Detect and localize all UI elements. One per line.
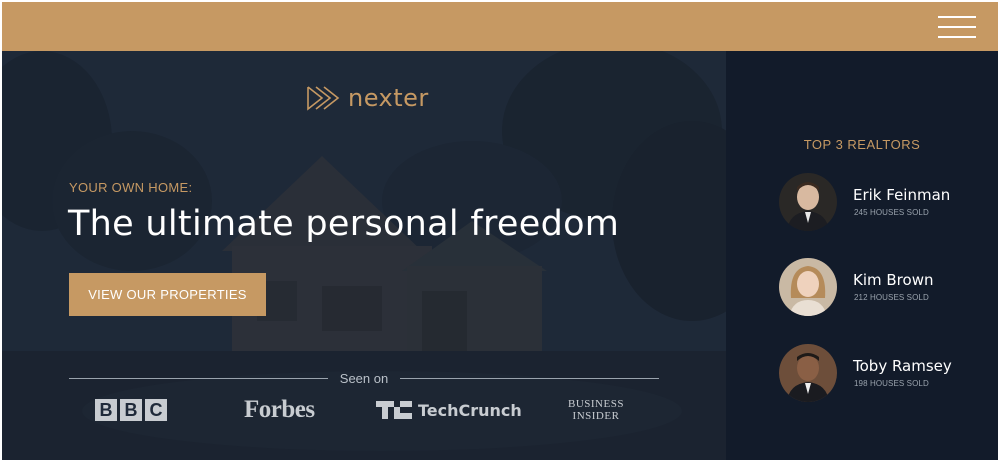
realtor-name: Toby Ramsey bbox=[853, 357, 952, 375]
business-insider-logo: Business Insider bbox=[568, 395, 624, 425]
realtor-card[interactable]: Toby Ramsey 198 houses sold bbox=[779, 344, 989, 404]
seen-on-label: Seen on bbox=[339, 370, 389, 386]
top-bar bbox=[2, 2, 998, 51]
business-insider-wordmark: Business Insider bbox=[568, 398, 624, 422]
hamburger-menu-icon[interactable] bbox=[938, 14, 976, 40]
brand-name: nexter bbox=[348, 84, 429, 112]
techcrunch-mark-icon bbox=[376, 401, 412, 419]
bbc-letter: B bbox=[95, 399, 117, 421]
realtor-name: Kim Brown bbox=[853, 271, 934, 289]
bi-line-1: Business bbox=[568, 398, 624, 410]
bbc-logo: B B C bbox=[95, 395, 170, 425]
divider-line bbox=[69, 377, 328, 379]
landing-page: nexter Your own home: The ultimate perso… bbox=[2, 2, 998, 460]
hamburger-line bbox=[938, 26, 976, 28]
hero-headline: The ultimate personal freedom bbox=[68, 204, 620, 244]
realtor-card[interactable]: Kim Brown 212 houses sold bbox=[779, 258, 989, 318]
triple-play-arrow-icon bbox=[307, 86, 340, 111]
realtor-houses-sold: 212 houses sold bbox=[854, 293, 929, 302]
avatar[interactable] bbox=[779, 344, 837, 402]
view-properties-button[interactable]: View our properties bbox=[69, 273, 266, 316]
avatar[interactable] bbox=[779, 173, 837, 231]
hamburger-line bbox=[938, 16, 976, 18]
realtor-name: Erik Feinman bbox=[853, 186, 951, 204]
realtor-houses-sold: 198 houses sold bbox=[854, 379, 929, 388]
bi-line-2: Insider bbox=[572, 410, 620, 422]
hamburger-line bbox=[938, 36, 976, 38]
realtor-photo bbox=[779, 173, 837, 231]
forbes-logo: Forbes bbox=[244, 395, 315, 425]
bbc-letter: B bbox=[120, 399, 142, 421]
forbes-wordmark: Forbes bbox=[244, 396, 315, 423]
techcrunch-logo: TechCrunch bbox=[376, 395, 522, 425]
avatar[interactable] bbox=[779, 258, 837, 316]
hero-section: nexter Your own home: The ultimate perso… bbox=[2, 51, 726, 460]
brand-logo[interactable]: nexter bbox=[306, 83, 429, 113]
hero-eyebrow: Your own home: bbox=[69, 180, 193, 195]
realtor-photo bbox=[779, 258, 837, 316]
seen-on-divider: Seen on bbox=[69, 368, 659, 388]
realtors-title: Top 3 Realtors bbox=[803, 137, 921, 152]
top-realtors-panel: Top 3 Realtors Erik Feinman 245 houses s… bbox=[726, 51, 998, 460]
realtor-photo bbox=[779, 344, 837, 402]
bbc-letter: C bbox=[145, 399, 167, 421]
divider-line bbox=[400, 377, 659, 379]
realtor-houses-sold: 245 houses sold bbox=[854, 208, 929, 217]
realtor-card[interactable]: Erik Feinman 245 houses sold bbox=[779, 173, 989, 233]
techcrunch-wordmark: TechCrunch bbox=[418, 400, 522, 420]
